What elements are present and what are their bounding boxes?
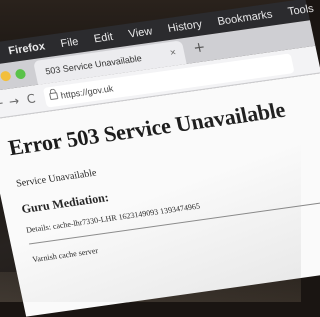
server-footer: Varnish cache server: [31, 246, 99, 265]
guru-mediation-heading: Guru Mediation:: [20, 190, 110, 217]
new-tab-button[interactable]: +: [192, 39, 207, 56]
lock-icon: [49, 92, 59, 101]
forward-arrow-icon[interactable]: →: [8, 94, 21, 109]
menu-file[interactable]: File: [59, 36, 79, 50]
maximize-window-button[interactable]: [14, 68, 27, 80]
status-text: Service Unavailable: [15, 167, 98, 190]
close-icon[interactable]: ×: [169, 47, 177, 59]
url-text: https://gov.uk: [59, 83, 115, 101]
reload-icon[interactable]: C: [25, 91, 36, 106]
menu-bookmarks[interactable]: Bookmarks: [217, 9, 274, 28]
minimize-window-button[interactable]: [0, 70, 12, 82]
back-arrow-icon[interactable]: ←: [0, 96, 5, 111]
menu-app-firefox[interactable]: Firefox: [7, 41, 46, 58]
menu-view[interactable]: View: [128, 25, 154, 40]
monitor-screen: Firefox File Edit View History Bookmarks…: [0, 0, 320, 317]
menu-tools[interactable]: Tools: [287, 3, 315, 18]
menu-edit[interactable]: Edit: [93, 31, 114, 45]
menu-history[interactable]: History: [167, 18, 203, 35]
